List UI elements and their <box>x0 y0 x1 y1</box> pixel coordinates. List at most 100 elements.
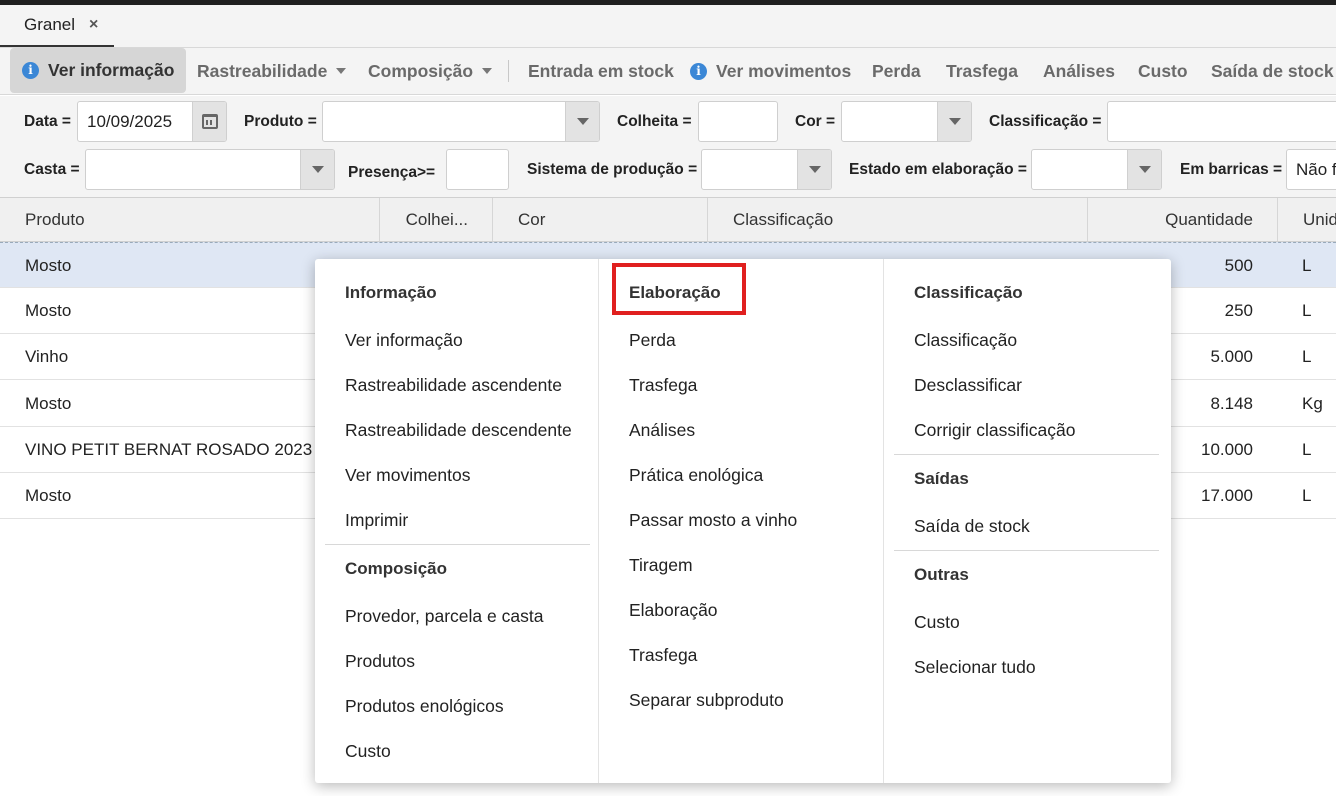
casta-select[interactable] <box>85 149 335 190</box>
cell-quantidade: 5.000 <box>1210 347 1253 366</box>
ver-movimentos-button[interactable]: i Ver movimentos <box>690 48 851 94</box>
menu-item-imprimir[interactable]: Imprimir <box>345 510 408 531</box>
menu-item-pratica-enologica[interactable]: Prática enológica <box>629 465 763 486</box>
grid-header: Produto Colhei... Cor Classificação Quan… <box>0 198 1336 242</box>
custo-button[interactable]: Custo <box>1138 48 1188 94</box>
cell-produto: Mosto <box>25 486 72 505</box>
menu-item-trasfega-2[interactable]: Trasfega <box>629 645 697 666</box>
estado-elaboracao-label: Estado em elaboração = <box>849 161 1027 178</box>
column-header-quantidade[interactable]: Quantidade <box>1088 198 1278 241</box>
menu-header-informacao: Informação <box>345 283 437 302</box>
menu-item-passar-mosto-a-vinho[interactable]: Passar mosto a vinho <box>629 510 797 531</box>
menu-item-produtos[interactable]: Produtos <box>345 651 415 672</box>
menu-item-separar-subproduto[interactable]: Separar subproduto <box>629 690 784 711</box>
cell-quantidade: 10.000 <box>1201 440 1253 459</box>
column-header-colheita[interactable]: Colhei... <box>380 198 493 241</box>
toolbar-divider <box>508 60 509 82</box>
cell-quantidade: 500 <box>1224 256 1253 275</box>
classificacao-label: Classificação = <box>989 113 1102 130</box>
menu-item-classificacao[interactable]: Classificação <box>914 330 1017 351</box>
cell-produto: VINO PETIT BERNAT ROSADO 2023 7 <box>25 440 327 459</box>
menu-item-selecionar-tudo[interactable]: Selecionar tudo <box>914 657 1036 678</box>
menu-item-custo[interactable]: Custo <box>345 741 391 762</box>
presenca-field[interactable] <box>446 149 509 190</box>
menu-column-classificacao: Classificação Classificação Desclassific… <box>884 259 1171 783</box>
menu-item-corrigir-classificacao[interactable]: Corrigir classificação <box>914 420 1075 441</box>
cell-unidade: L <box>1302 486 1312 505</box>
column-header-produto[interactable]: Produto <box>0 198 380 241</box>
menu-item-custo-outras[interactable]: Custo <box>914 612 960 633</box>
menu-divider <box>894 454 1159 455</box>
menu-item-rastreabilidade-descendente[interactable]: Rastreabilidade descendente <box>345 420 572 441</box>
chevron-down-icon[interactable] <box>565 102 599 141</box>
menu-item-rastreabilidade-ascendente[interactable]: Rastreabilidade ascendente <box>345 375 562 396</box>
presenca-label: Presença>= <box>348 164 436 181</box>
analises-button[interactable]: Análises <box>1043 48 1115 94</box>
menu-item-analises[interactable]: Análises <box>629 420 695 441</box>
data-field[interactable]: 10/09/2025 <box>77 101 227 142</box>
menu-item-trasfega[interactable]: Trasfega <box>629 375 697 396</box>
column-header-classificacao[interactable]: Classificação <box>708 198 1088 241</box>
analises-label: Análises <box>1043 60 1115 81</box>
perda-label: Perda <box>872 60 921 81</box>
estado-elaboracao-select[interactable] <box>1031 149 1162 190</box>
rastreabilidade-dropdown[interactable]: Rastreabilidade <box>197 48 347 94</box>
produto-select[interactable] <box>322 101 600 142</box>
data-value: 10/09/2025 <box>87 111 173 131</box>
saida-stock-label: Saída de stock <box>1211 60 1334 81</box>
chevron-down-icon[interactable] <box>937 102 971 141</box>
produto-label: Produto = <box>244 113 317 130</box>
calendar-icon[interactable] <box>192 102 226 141</box>
classificacao-field[interactable] <box>1107 101 1336 142</box>
saida-stock-button[interactable]: Saída de stock <box>1211 48 1334 94</box>
composicao-label: Composição <box>368 60 474 81</box>
sistema-producao-label: Sistema de produção = <box>527 161 698 178</box>
cell-produto: Vinho <box>25 347 69 366</box>
menu-item-elaboracao[interactable]: Elaboração <box>629 600 718 621</box>
entrada-stock-button[interactable]: Entrada em stock <box>528 48 674 94</box>
em-barricas-value: Não f <box>1296 159 1336 179</box>
menu-header-outras: Outras <box>914 565 969 584</box>
context-menu: Informação Ver informação Rastreabilidad… <box>315 259 1171 783</box>
menu-divider <box>894 550 1159 551</box>
ver-informacao-label: Ver informação <box>48 60 175 80</box>
info-icon: i <box>22 62 39 79</box>
chevron-down-icon[interactable] <box>300 150 334 189</box>
menu-item-produtos-enologicos[interactable]: Produtos enológicos <box>345 696 504 717</box>
chevron-down-icon <box>336 68 347 74</box>
tab-granel[interactable]: Granel × <box>0 5 114 47</box>
menu-header-composicao: Composição <box>345 559 448 578</box>
tab-strip: Granel × <box>0 5 1336 48</box>
close-icon[interactable]: × <box>89 16 98 34</box>
cell-unidade: L <box>1302 301 1312 320</box>
column-header-unidade[interactable]: Unid <box>1278 198 1336 241</box>
cell-unidade: Kg <box>1302 394 1323 413</box>
sistema-producao-select[interactable] <box>701 149 832 190</box>
toolbar: i Ver informação Rastreabilidade Composi… <box>0 48 1336 95</box>
composicao-dropdown[interactable]: Composição <box>368 48 493 94</box>
cor-select[interactable] <box>841 101 972 142</box>
data-label: Data = <box>24 113 71 130</box>
chevron-down-icon[interactable] <box>797 150 831 189</box>
info-icon: i <box>690 62 707 80</box>
cell-unidade: L <box>1302 256 1312 275</box>
menu-item-ver-movimentos[interactable]: Ver movimentos <box>345 465 470 486</box>
menu-item-provedor-parcela-casta[interactable]: Provedor, parcela e casta <box>345 606 543 627</box>
menu-item-desclassificar[interactable]: Desclassificar <box>914 375 1022 396</box>
menu-item-perda[interactable]: Perda <box>629 330 676 351</box>
menu-column-informacao: Informação Ver informação Rastreabilidad… <box>315 259 599 783</box>
perda-button[interactable]: Perda <box>872 48 921 94</box>
menu-item-ver-informacao[interactable]: Ver informação <box>345 330 463 351</box>
em-barricas-select[interactable]: Não f <box>1286 149 1336 190</box>
menu-item-tiragem[interactable]: Tiragem <box>629 555 693 576</box>
cell-quantidade: 17.000 <box>1201 486 1253 505</box>
menu-item-saida-stock[interactable]: Saída de stock <box>914 516 1030 537</box>
menu-column-elaboracao: Elaboração Perda Trasfega Análises Práti… <box>599 259 884 783</box>
column-header-cor[interactable]: Cor <box>493 198 708 241</box>
chevron-down-icon[interactable] <box>1127 150 1161 189</box>
rastreabilidade-label: Rastreabilidade <box>197 60 328 81</box>
trasfega-button[interactable]: Trasfega <box>946 48 1018 94</box>
ver-informacao-button[interactable]: i Ver informação <box>10 48 187 93</box>
colheita-field[interactable] <box>698 101 778 142</box>
menu-header-classificacao: Classificação <box>914 283 1023 302</box>
